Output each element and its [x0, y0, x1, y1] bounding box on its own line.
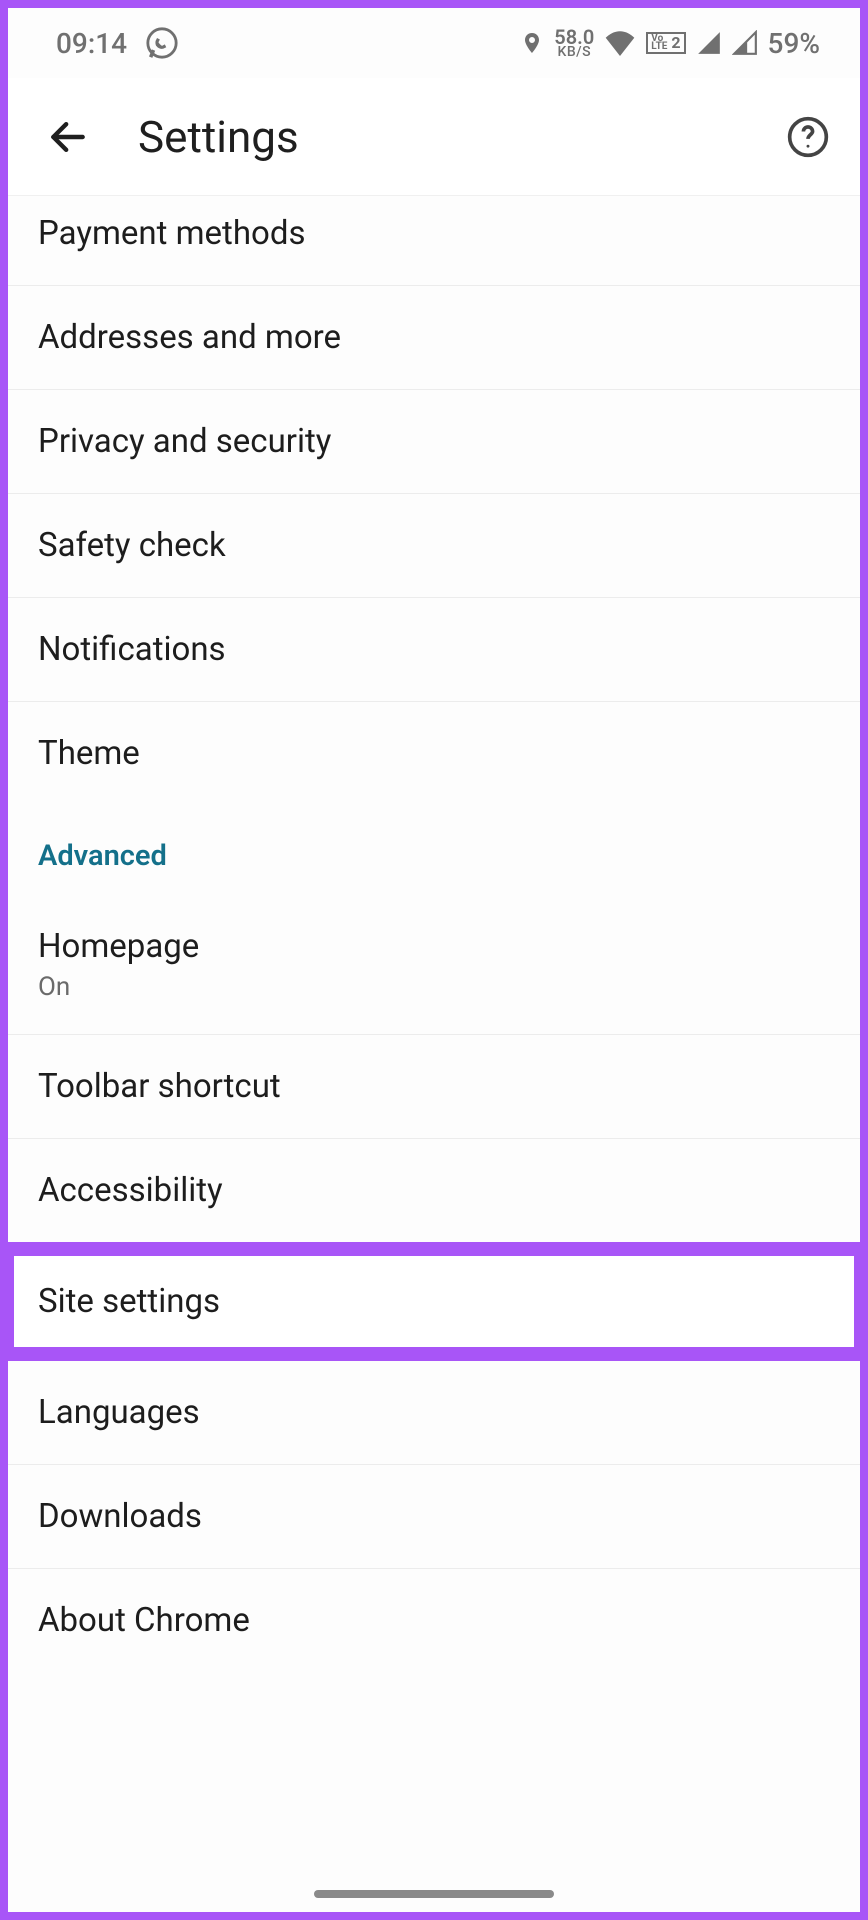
settings-list: Payment methods Addresses and more Priva…: [8, 196, 860, 1912]
net-speed: 58.0 KB/S: [554, 28, 594, 59]
item-languages[interactable]: Languages: [8, 1361, 860, 1465]
whatsapp-icon: [145, 26, 179, 60]
item-privacy[interactable]: Privacy and security: [8, 390, 860, 494]
item-label: Homepage: [38, 927, 830, 966]
battery-text: 59%: [768, 27, 820, 60]
page-title: Settings: [138, 111, 299, 163]
item-toolbar-shortcut[interactable]: Toolbar shortcut: [8, 1035, 860, 1139]
item-label: Notifications: [38, 630, 830, 669]
volte-icon: VoLTE 2: [646, 32, 685, 54]
location-icon: [520, 28, 544, 58]
app-bar: Settings: [8, 78, 860, 196]
item-accessibility[interactable]: Accessibility: [8, 1139, 860, 1242]
item-label: Accessibility: [38, 1171, 830, 1210]
item-label: Languages: [38, 1393, 830, 1432]
item-downloads[interactable]: Downloads: [8, 1465, 860, 1569]
item-notifications[interactable]: Notifications: [8, 598, 860, 702]
item-subtitle: On: [38, 972, 830, 1002]
signal-icon-1: [696, 30, 722, 56]
signal-icon-2: [732, 30, 758, 56]
item-label: Addresses and more: [38, 318, 830, 357]
item-addresses[interactable]: Addresses and more: [8, 286, 860, 390]
status-time: 09:14: [56, 27, 127, 60]
item-site-settings[interactable]: Site settings: [8, 1242, 860, 1361]
item-label: About Chrome: [38, 1601, 830, 1640]
item-label: Downloads: [38, 1497, 830, 1536]
item-safety-check[interactable]: Safety check: [8, 494, 860, 598]
item-label: Toolbar shortcut: [38, 1067, 830, 1106]
item-homepage[interactable]: Homepage On: [8, 895, 860, 1035]
item-label: Safety check: [38, 526, 830, 565]
section-advanced: Advanced: [8, 805, 860, 895]
back-button[interactable]: [46, 115, 90, 159]
item-label: Payment methods: [38, 214, 830, 253]
item-label: Site settings: [38, 1282, 830, 1321]
status-bar: 09:14 58.0 KB/S VoLTE 2: [8, 8, 860, 78]
item-payment-methods[interactable]: Payment methods: [8, 196, 860, 286]
screen: 09:14 58.0 KB/S VoLTE 2: [8, 8, 860, 1912]
item-label: Theme: [38, 734, 830, 773]
nav-handle[interactable]: [314, 1890, 554, 1898]
wifi-icon: [604, 30, 636, 56]
help-button[interactable]: [786, 115, 830, 159]
item-theme[interactable]: Theme: [8, 702, 860, 805]
item-label: Privacy and security: [38, 422, 830, 461]
item-about-chrome[interactable]: About Chrome: [8, 1569, 860, 1672]
